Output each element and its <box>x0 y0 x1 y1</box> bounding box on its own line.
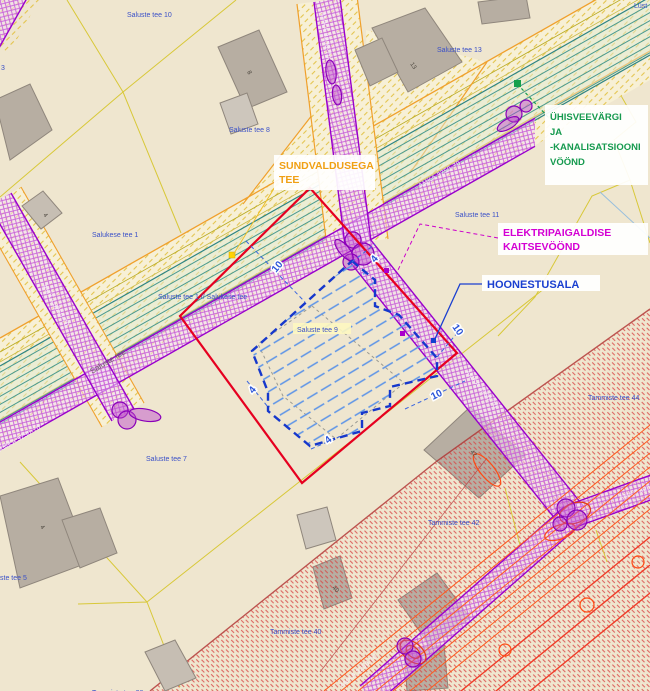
detail-plan-map: AMKA 3250-70AMKA 3250-70AMKA 3250-70AMKA… <box>0 0 650 691</box>
parcel-label: Tammiste tee 40 <box>270 629 321 636</box>
parcel-label: Saluste tee 11 <box>455 212 499 219</box>
parcel-label: Saluste tee 8 <box>229 127 270 134</box>
uvk-label-line4: VÖÖND <box>550 157 585 168</box>
parcel-label: Saluste tee 5 <box>0 575 27 582</box>
elektri-label-line1: ELEKTRIPAIGALDISE <box>503 227 611 239</box>
parcel-label: Lüst <box>634 3 647 10</box>
uvk-label-line2: JA <box>550 127 562 138</box>
pole-dot <box>384 268 389 273</box>
dimension-label: 10 <box>450 322 466 338</box>
parcel-label: Saluste tee 1 // Salukese tee <box>158 294 247 301</box>
parcel-label: Tammiste tee 42 <box>428 520 479 527</box>
sundvaldus-label-line2: TEE <box>279 174 299 186</box>
uvk-label-line3: -KANALISATSIOONI <box>550 142 641 153</box>
parcel-label: Saluste tee 13 <box>437 47 482 54</box>
parcel-label: Tammiste tee 44 <box>588 395 639 402</box>
parcel-label: Saluste tee 7 <box>146 456 187 463</box>
parcel-label: Saluste tee 10 <box>127 12 172 19</box>
hoonestusala-label: HOONESTUSALA <box>487 279 579 291</box>
parcel-label: Salukese tee 1 <box>92 232 138 239</box>
saluste9-label: Saluste tee 9 <box>297 327 338 334</box>
uvk-label-line1: ÜHISVEEVÄRGI <box>550 112 622 123</box>
water-leader-dot <box>514 80 521 87</box>
sundvaldus-label-line1: SUNDVALDUSEGA <box>279 160 374 172</box>
dimension-label: 10 <box>429 388 444 403</box>
plan-map-canvas: AMKA 3250-70AMKA 3250-70AMKA 3250-70AMKA… <box>0 0 650 691</box>
elektri-label-line2: KAITSEVÖÖND <box>503 240 580 253</box>
pole-dot <box>400 331 405 336</box>
parcel-label: 3 <box>1 65 5 72</box>
